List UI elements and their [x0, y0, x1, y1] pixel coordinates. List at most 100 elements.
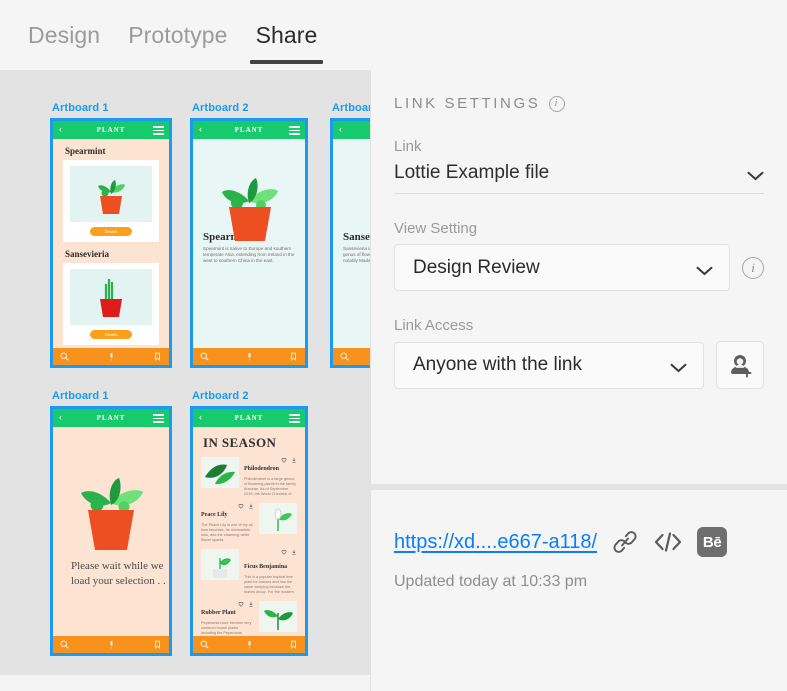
plant-thumb: [259, 503, 297, 534]
phone-header-title: PLANT: [96, 414, 126, 422]
phone-header: ‹ PLANT: [193, 409, 305, 427]
link-settings-title: LINK SETTINGS i: [394, 95, 764, 112]
plant-image: [70, 269, 152, 325]
link-field-label: Link: [394, 138, 422, 155]
list-item-actions[interactable]: [281, 457, 297, 463]
phone-footer: [53, 636, 169, 653]
hamburger-menu-icon: [153, 126, 164, 137]
link-access-row: Anyone with the link: [394, 341, 764, 389]
view-setting-label: View Setting: [394, 220, 478, 237]
microphone-icon[interactable]: [107, 352, 116, 361]
behance-icon[interactable]: Bē: [697, 527, 728, 557]
artboard-thumbnail[interactable]: ‹ PLANT IN SEASON Philodendron Philodend…: [190, 406, 308, 656]
microphone-icon[interactable]: [245, 640, 254, 649]
plant-desc: Philodendron is a large genus of floweri…: [244, 477, 296, 496]
artboard-item-5[interactable]: Artboard 2 ‹ PLANT IN SEASON Philodendro…: [190, 390, 308, 656]
heart-icon: [238, 504, 244, 509]
list-item-actions[interactable]: [281, 549, 297, 555]
artboard-item-4[interactable]: Artboard 1 ‹ PLANT Please wait while we …: [50, 390, 172, 656]
bookmark-icon[interactable]: [153, 352, 162, 361]
search-icon[interactable]: [60, 352, 69, 361]
artboard-label[interactable]: Artboard 2: [192, 390, 308, 402]
share-url-panel: https://xd....e667-a118/ Bē Updated toda…: [370, 490, 787, 691]
tab-share[interactable]: Share: [242, 0, 332, 70]
artboard-label[interactable]: Artboard 1: [52, 102, 172, 114]
search-icon[interactable]: [60, 640, 69, 649]
list-item-actions[interactable]: [238, 503, 254, 509]
plant-desc: The Peace Lily is one of my all-time fav…: [201, 523, 254, 542]
microphone-icon[interactable]: [107, 640, 116, 649]
artboard-item-1[interactable]: Artboard 1 ‹ PLANT Spearmint Details San…: [50, 102, 172, 368]
plant-desc: This is a popular tropical tree plant fo…: [244, 575, 294, 594]
details-button[interactable]: Details: [90, 330, 132, 339]
heart-icon: [281, 550, 287, 555]
download-icon: [292, 549, 296, 555]
search-icon[interactable]: [200, 352, 209, 361]
plant-card[interactable]: Details: [63, 160, 159, 242]
bookmark-icon[interactable]: [289, 640, 298, 649]
view-setting-value: Design Review: [413, 256, 540, 278]
link-selector[interactable]: Lottie Example file: [394, 162, 764, 194]
link-access-dropdown[interactable]: Anyone with the link: [394, 341, 704, 389]
bookmark-icon[interactable]: [153, 640, 162, 649]
phone-header: ‹ PLANT: [193, 121, 305, 139]
info-icon[interactable]: i: [549, 95, 566, 112]
share-url-row: https://xd....e667-a118/ Bē: [394, 527, 764, 557]
chevron-down-icon: [747, 168, 764, 181]
back-chevron-icon: ‹: [199, 412, 202, 422]
list-item-text: Ficus Benjamina This is a popular tropic…: [244, 549, 297, 595]
list-item-text: Rubber Plant Peperomia have become very …: [201, 601, 254, 636]
tab-prototype[interactable]: Prototype: [114, 0, 241, 70]
artboard-thumbnail[interactable]: ‹ PLANT Spearmint Details Sansevieria De…: [50, 118, 172, 368]
plant-card[interactable]: Details: [63, 263, 159, 345]
link-value: Lottie Example file: [394, 162, 550, 183]
hamburger-menu-icon: [153, 414, 164, 425]
download-icon: [249, 601, 253, 607]
artboard-item-2[interactable]: Artboard 2 ‹ PLANT Spearmint Spearmint i…: [190, 102, 308, 368]
phone-footer: [193, 348, 305, 365]
list-item-text: Philodendron Philodendron is a large gen…: [244, 457, 297, 497]
plant-name: Peace Lily: [201, 512, 228, 518]
chevron-down-icon: [696, 263, 713, 275]
updated-timestamp: Updated today at 10:33 pm: [394, 573, 588, 590]
artboard-label[interactable]: Artboard 1: [52, 390, 172, 402]
plant-thumb: [201, 457, 239, 488]
heart-icon: [238, 602, 244, 607]
artboard-thumbnail[interactable]: ‹ PLANT Spearmint Spearmint is native to…: [190, 118, 308, 368]
microphone-icon[interactable]: [245, 352, 254, 361]
back-chevron-icon: ‹: [59, 412, 62, 422]
phone-body: IN SEASON Philodendron Philodendron is a…: [193, 427, 305, 636]
tab-design[interactable]: Design: [14, 0, 114, 70]
list-item[interactable]: Philodendron Philodendron is a large gen…: [201, 457, 297, 497]
invite-people-button[interactable]: [716, 341, 764, 389]
phone-header-title: PLANT: [234, 126, 264, 134]
artboard-thumbnail[interactable]: ‹ PLANT Please wait while we load your s…: [50, 406, 172, 656]
phone-body: Spearmint Details Sansevieria Details: [53, 139, 169, 348]
list-item[interactable]: Ficus Benjamina This is a popular tropic…: [201, 549, 297, 595]
plant-name: Rubber Plant: [201, 610, 236, 616]
view-setting-row: Design Review i: [394, 244, 764, 291]
artboard-label[interactable]: Artboard 2: [192, 102, 308, 114]
search-icon[interactable]: [340, 352, 349, 361]
list-item[interactable]: Peace Lily The Peace Lily is one of my a…: [201, 503, 297, 543]
link-access-value: Anyone with the link: [413, 354, 582, 375]
details-button[interactable]: Details: [90, 227, 132, 236]
season-heading: IN SEASON: [203, 435, 277, 450]
view-setting-dropdown[interactable]: Design Review: [394, 244, 730, 291]
list-item-actions[interactable]: [238, 601, 254, 607]
embed-code-icon[interactable]: [653, 531, 683, 553]
back-chevron-icon: ‹: [199, 124, 202, 134]
chain-link-icon[interactable]: [611, 530, 639, 554]
hamburger-menu-icon: [289, 126, 300, 137]
share-url-link[interactable]: https://xd....e667-a118/: [394, 531, 597, 554]
bookmark-icon[interactable]: [289, 352, 298, 361]
add-person-icon: [731, 355, 752, 378]
plant-thumb: [201, 549, 239, 580]
phone-body: Please wait while we load your selection…: [53, 427, 169, 636]
download-icon: [292, 457, 296, 463]
list-item[interactable]: Rubber Plant Peperomia have become very …: [201, 601, 297, 636]
plant-desc: Peperomia have become very common house …: [201, 621, 252, 635]
heart-icon: [281, 458, 287, 463]
search-icon[interactable]: [200, 640, 209, 649]
view-setting-info-icon[interactable]: i: [742, 256, 764, 279]
